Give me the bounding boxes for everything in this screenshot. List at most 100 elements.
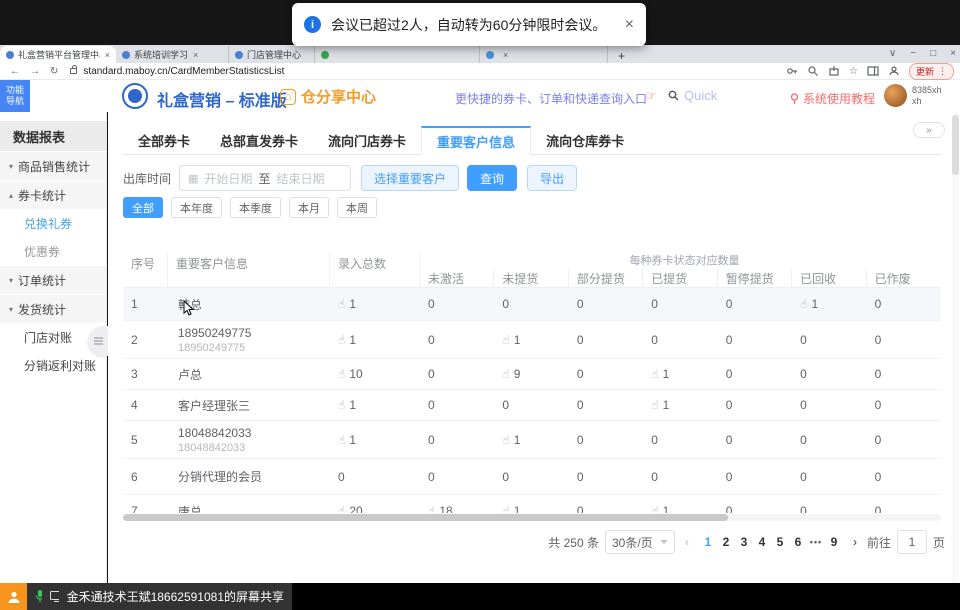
forward-icon[interactable]: → [30,66,40,77]
page-number[interactable]: 2 [717,535,735,549]
cell-customer[interactable]: 分销代理的会员 [168,459,330,494]
maximize-icon[interactable]: □ [930,48,936,59]
pointer-icon[interactable]: ☝ [502,504,509,513]
quick-filter-全部[interactable]: 全部 [123,197,163,218]
pointer-icon[interactable]: ☝ [338,333,345,347]
sidebar-item-优惠券[interactable]: 优惠券 [0,237,106,265]
page-number[interactable]: 6 [789,535,807,549]
cell-value: 0 [867,459,941,494]
table-row[interactable]: 3卢总☝100☝90☝1000 [123,359,941,390]
share-icon[interactable] [828,65,840,77]
tab-流向门店券卡[interactable]: 流向门店券卡 [313,126,421,155]
back-icon[interactable]: ← [10,66,20,77]
browser-tab[interactable]: 系统培训学习× [116,46,229,63]
export-button[interactable]: 导出 [527,165,577,191]
quick-filter-本月[interactable]: 本月 [289,197,329,218]
toast-close-icon[interactable]: × [619,16,634,34]
profile-icon[interactable] [888,65,900,77]
quick-filter-本年度[interactable]: 本年度 [171,197,222,218]
zoom-icon[interactable] [807,65,819,77]
menu-dots-icon[interactable]: ⋮ [938,66,947,77]
pointer-icon[interactable]: ☝ [651,367,658,381]
sidebar-item-发货统计[interactable]: ▾发货统计 [0,295,106,323]
table-row[interactable]: 21895024977518950249775☝10☝100000 [123,321,941,359]
vertical-scrollbar[interactable] [952,112,959,583]
sidebar-item-券卡统计[interactable]: ▴券卡统计 [0,181,106,209]
pointer-icon[interactable]: ☝ [651,398,658,412]
sidebar-item-分销返利对账[interactable]: 分销返利对账 [0,351,106,379]
sidebar-item-订单统计[interactable]: ▾订单统计 [0,266,106,294]
search-button[interactable]: 查询 [467,165,517,191]
new-tab-button[interactable]: + [618,49,625,63]
tab-流向仓库券卡[interactable]: 流向仓库券卡 [531,126,639,155]
table-row[interactable]: 7唐总☝20☝18☝10☝1000 [123,495,941,513]
pointer-icon[interactable]: ☝ [502,433,509,447]
chrome-update-button[interactable]: 更新⋮ [909,63,954,80]
tab-全部券卡[interactable]: 全部券卡 [123,126,205,155]
scrollbar-thumb[interactable] [123,514,728,521]
goto-page-input[interactable] [897,530,927,554]
browser-tab[interactable] [315,46,480,63]
browser-tab[interactable]: 礼盒营销平台管理中心× [0,46,116,63]
pointer-icon[interactable]: ☝ [800,297,807,311]
page-size-select[interactable]: 30条/页 [605,530,675,554]
pointer-icon[interactable]: ☝ [651,504,658,513]
browser-tab[interactable]: × [480,46,608,63]
page-number[interactable]: 3 [735,535,753,549]
quick-search[interactable]: Quick [668,88,717,103]
tutorial-link[interactable]: 系统使用教程 [790,90,875,107]
pointer-icon[interactable]: ☝ [338,433,345,447]
next-page-icon[interactable]: › [849,535,861,549]
cell-customer[interactable]: 1804884203318048842033 [168,421,330,458]
tab-总部直发券卡[interactable]: 总部直发券卡 [205,126,313,155]
share-center-link[interactable]: ⌂ 仓分享中心 [280,86,376,107]
page-number[interactable]: 4 [753,535,771,549]
tab-search-icon[interactable]: ∨ [889,48,896,59]
page-number[interactable]: 9 [825,535,843,549]
url-text[interactable]: standard.maboy.cn/CardMemberStatisticsLi… [83,66,284,77]
side-panel-icon[interactable] [867,65,879,77]
table-row[interactable]: 51804884203318048842033☝10☝100000 [123,421,941,459]
quick-filter-本季度[interactable]: 本季度 [230,197,281,218]
table-row[interactable]: 4客户经理张三☝1000☝1000 [123,390,941,421]
user-avatar[interactable] [884,84,907,107]
cell-customer[interactable]: 卢总 [168,359,330,389]
table-row[interactable]: 1韩总☝100000☝10 [123,288,941,321]
pointer-icon[interactable]: ☝ [338,504,345,513]
browser-tab[interactable]: 门店管理中心 [229,46,315,63]
pointer-icon[interactable]: ☝ [338,398,345,412]
pointer-icon[interactable]: ☝ [338,297,345,311]
main-content: » 全部券卡总部直发券卡流向门店券卡重要客户信息流向仓库券卡 出库时间 ▦ 开始… [108,112,960,583]
page-number[interactable]: 5 [771,535,789,549]
function-nav-toggle[interactable]: 功能 导航 [0,80,30,112]
sidebar-item-兑换礼券[interactable]: 兑换礼券 [0,209,106,237]
prev-page-icon[interactable]: ‹ [681,535,693,549]
select-customer-button[interactable]: 选择重要客户 [361,165,459,191]
tab-close-icon[interactable]: × [193,50,198,60]
pointer-icon[interactable]: ☝ [428,504,435,513]
pointer-icon[interactable]: ☝ [502,333,509,347]
table-row[interactable]: 6分销代理的会员00000000 [123,459,941,495]
tab-close-icon[interactable]: × [105,50,110,60]
sidebar-item-商品销售统计[interactable]: ▾商品销售统计 [0,152,106,180]
cell-customer[interactable]: 唐总 [168,495,330,513]
horizontal-scrollbar[interactable] [123,514,941,521]
key-icon[interactable] [786,65,798,77]
quick-filter-本周[interactable]: 本周 [337,197,377,218]
participant-icon[interactable] [0,583,27,610]
page-dots[interactable]: ••• [807,537,825,547]
cell-customer[interactable]: 客户经理张三 [168,390,330,420]
vscroll-thumb[interactable] [952,115,959,175]
lock-icon[interactable] [70,68,77,74]
minimize-icon[interactable]: − [910,48,916,59]
pointer-icon[interactable]: ☝ [502,367,509,381]
bookmark-star-icon[interactable]: ☆ [849,66,858,77]
pointer-icon[interactable]: ☝ [338,367,345,381]
reload-icon[interactable]: ↻ [50,66,58,77]
close-icon[interactable]: × [950,48,956,59]
cell-customer[interactable]: 1895024977518950249775 [168,321,330,358]
page-number[interactable]: 1 [699,535,717,549]
tab-close-icon[interactable]: × [503,50,508,60]
date-range-input[interactable]: ▦ 开始日期 至 结束日期 [179,165,351,191]
tab-重要客户信息[interactable]: 重要客户信息 [421,126,531,155]
